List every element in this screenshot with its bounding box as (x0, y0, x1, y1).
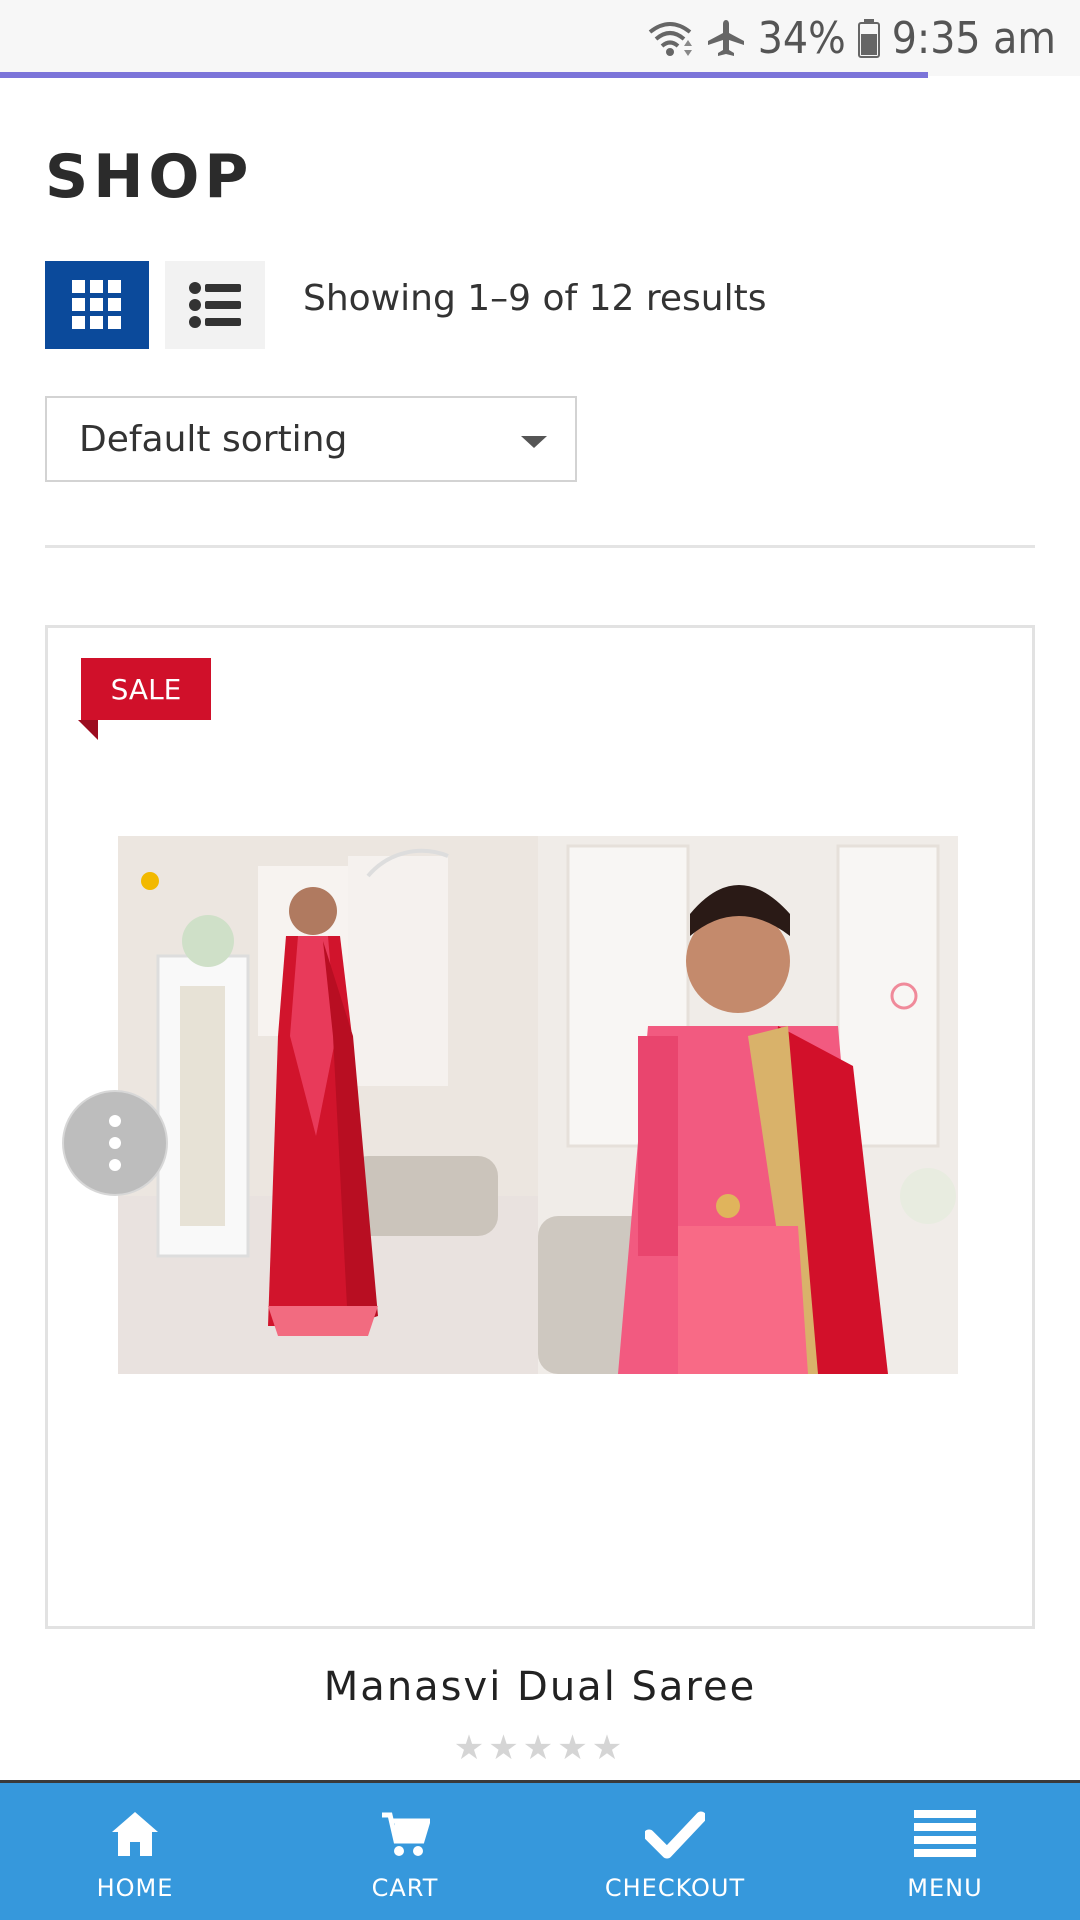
star-icon: ★ (522, 1729, 558, 1767)
list-icon (189, 282, 241, 328)
battery-percent: 34% (757, 12, 846, 64)
check-icon (645, 1811, 705, 1858)
airplane-icon (707, 20, 744, 56)
chevron-down-icon (521, 436, 547, 448)
cart-icon (382, 1812, 430, 1856)
home-icon (112, 1811, 158, 1856)
nav-menu-label: MENU (907, 1873, 983, 1902)
results-count: Showing 1–9 of 12 results (303, 278, 767, 319)
grid-view-button[interactable] (45, 261, 149, 349)
product-card[interactable]: SALE (45, 625, 1035, 1629)
star-icon: ★ (488, 1729, 523, 1767)
nav-cart[interactable]: CART (270, 1783, 540, 1920)
sort-select-value: Default sorting (79, 418, 348, 460)
star-icon: ★ (557, 1729, 592, 1767)
wifi-icon (648, 22, 692, 56)
sort-select[interactable]: Default sorting (45, 396, 577, 482)
sale-badge-fold (78, 720, 98, 740)
nav-home[interactable]: HOME (0, 1783, 270, 1920)
divider (45, 545, 1035, 548)
status-icons: 34% 9:35 am (646, 8, 1056, 68)
nav-menu[interactable]: MENU (810, 1783, 1080, 1920)
nav-checkout-label: CHECKOUT (604, 1873, 746, 1902)
page-title: SHOP (45, 142, 254, 212)
battery-icon (857, 19, 880, 58)
list-view-button[interactable] (165, 261, 265, 349)
grid-icon (72, 280, 121, 329)
bottom-nav: HOME CART CHECKOUT MENU (0, 1780, 1080, 1920)
sale-badge: SALE (81, 658, 211, 720)
nav-cart-label: CART (371, 1873, 439, 1902)
clock: 9:35 am (891, 12, 1056, 64)
page-loading-bar (0, 72, 928, 78)
status-bar: 34% 9:35 am (0, 0, 1080, 76)
star-icon: ★ (453, 1729, 489, 1767)
more-vertical-icon (109, 1115, 121, 1127)
star-icon: ★ (591, 1729, 627, 1767)
product-image[interactable] (118, 836, 958, 1374)
menu-icon (914, 1809, 976, 1857)
nav-checkout[interactable]: CHECKOUT (540, 1783, 810, 1920)
nav-home-label: HOME (96, 1873, 174, 1902)
more-options-button[interactable] (62, 1090, 168, 1196)
product-title[interactable]: Manasvi Dual Saree (0, 1664, 1080, 1710)
rating-stars: ★★★★★ (0, 1728, 1080, 1768)
